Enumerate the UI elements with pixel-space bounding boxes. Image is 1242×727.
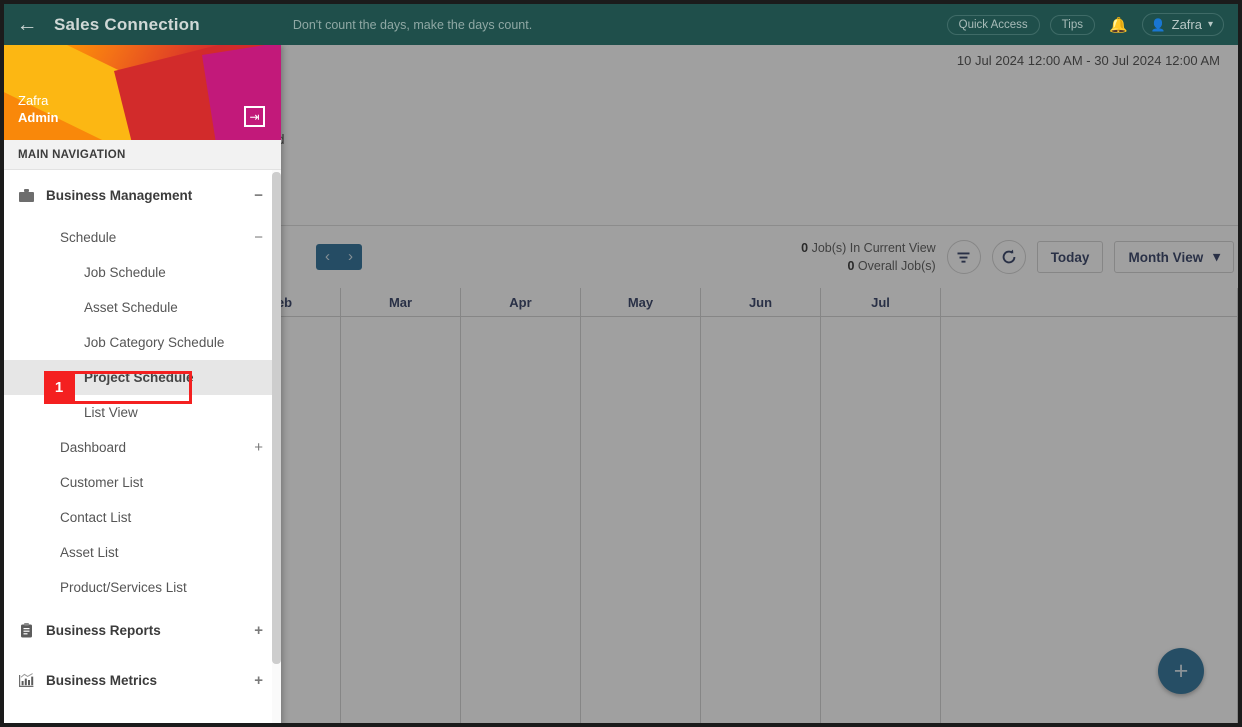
navigation-drawer: Zafra Admin ⇥ MAIN NAVIGATION Business M… xyxy=(4,45,281,723)
expand-icon[interactable]: + xyxy=(254,623,263,638)
sidebar-item-label: Business Reports xyxy=(46,622,161,638)
sidebar-item-label: Dashboard xyxy=(60,440,127,455)
back-arrow-icon[interactable]: ← xyxy=(4,4,50,45)
clipboard-icon xyxy=(18,622,46,639)
sidebar-item-label: Customer List xyxy=(60,475,144,490)
header-actions: Quick Access Tips 🔔 👤 Zafra ▾ xyxy=(946,13,1238,36)
user-menu[interactable]: 👤 Zafra ▾ xyxy=(1141,13,1224,36)
briefcase-icon xyxy=(18,187,46,204)
tips-button[interactable]: Tips xyxy=(1049,14,1095,35)
sidebar-item-schedule[interactable]: Schedule − xyxy=(4,220,281,255)
sidebar-item-label: List View xyxy=(84,405,138,420)
sidebar-item-business-management[interactable]: Business Management − xyxy=(4,170,281,220)
expand-icon[interactable]: + xyxy=(254,440,263,455)
navigation-scroll-area: Business Management − Schedule − Job Schedul… xyxy=(4,170,281,723)
sidebar-item-label: Job Category Schedule xyxy=(84,335,225,350)
sidebar-item-label: Contact List xyxy=(60,510,132,525)
profile-name: Zafra xyxy=(18,92,49,108)
user-avatar-icon: 👤 xyxy=(1150,17,1166,32)
logout-icon[interactable]: ⇥ xyxy=(244,106,265,127)
profile-role: Admin xyxy=(18,110,59,126)
sidebar-item-product-services-list[interactable]: Product/Services List xyxy=(4,570,281,605)
sidebar-item-dashboard[interactable]: Dashboard + xyxy=(4,430,281,465)
sidebar-item-asset-list[interactable]: Asset List xyxy=(4,535,281,570)
collapse-icon[interactable]: − xyxy=(254,188,263,203)
app-title: Sales Connection xyxy=(54,14,200,34)
chevron-down-icon: ▾ xyxy=(1207,19,1213,30)
sidebar-item-label: Asset List xyxy=(60,545,119,560)
sidebar-item-business-metrics[interactable]: Business Metrics + xyxy=(4,655,281,705)
banner-shape-magenta xyxy=(202,45,281,140)
sidebar-item-list-view[interactable]: List View xyxy=(4,395,281,430)
profile-info: Zafra Admin xyxy=(18,92,58,127)
header-tagline: Don't count the days, make the days coun… xyxy=(292,17,533,32)
application-window: ← Sales Connection Don't count the days,… xyxy=(0,0,1242,727)
top-header-bar: ← Sales Connection Don't count the days,… xyxy=(4,4,1238,45)
sidebar-item-contact-list[interactable]: Contact List xyxy=(4,500,281,535)
quick-access-button[interactable]: Quick Access xyxy=(946,14,1040,35)
sidebar-item-asset-schedule[interactable]: Asset Schedule xyxy=(4,290,281,325)
expand-icon[interactable]: + xyxy=(254,673,263,688)
notification-bell-icon[interactable]: 🔔 xyxy=(1105,16,1132,34)
sidebar-item-label: Schedule xyxy=(60,230,117,245)
sidebar-item-business-reports[interactable]: Business Reports + xyxy=(4,605,281,655)
sidebar-item-label: Job Schedule xyxy=(84,265,166,280)
navigation-list: Business Management − Schedule − Job Schedul… xyxy=(4,170,281,705)
sidebar-scrollbar-thumb[interactable] xyxy=(272,172,281,664)
sidebar-item-label: Product/Services List xyxy=(60,580,187,595)
sidebar-item-customer-list[interactable]: Customer List xyxy=(4,465,281,500)
sidebar-item-label: Project Schedule xyxy=(84,370,194,385)
sidebar-item-label: Business Metrics xyxy=(46,672,158,688)
bar-chart-icon xyxy=(18,672,46,689)
sidebar-item-job-schedule[interactable]: Job Schedule xyxy=(4,255,281,290)
sidebar-item-project-schedule[interactable]: Project Schedule xyxy=(4,360,281,395)
user-name: Zafra xyxy=(1171,17,1202,32)
collapse-icon[interactable]: − xyxy=(254,230,263,245)
sidebar-item-label: Business Management xyxy=(46,187,193,203)
sidebar-scrollbar-track[interactable] xyxy=(272,170,281,723)
profile-banner: Zafra Admin ⇥ xyxy=(4,45,281,140)
sidebar-item-job-category-schedule[interactable]: Job Category Schedule xyxy=(4,325,281,360)
sidebar-item-label: Asset Schedule xyxy=(84,300,178,315)
main-navigation-label: MAIN NAVIGATION xyxy=(4,140,281,170)
